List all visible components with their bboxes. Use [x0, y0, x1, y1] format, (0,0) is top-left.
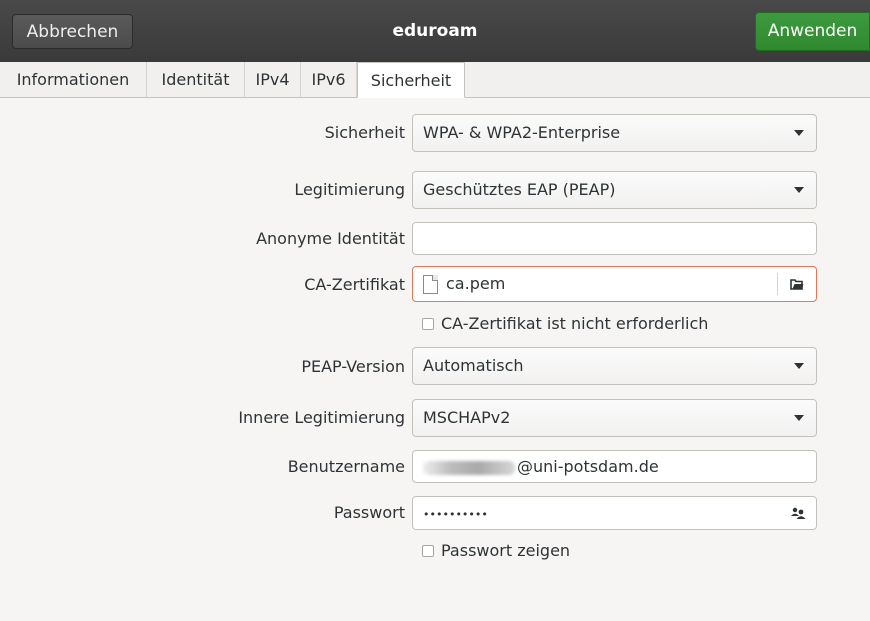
anon-identity-label: Anonyme Identität	[256, 229, 405, 248]
tab-ipv6[interactable]: IPv6	[301, 62, 357, 97]
tab-bar: Informationen Identität IPv4 IPv6 Sicher…	[0, 62, 870, 98]
separator	[777, 273, 778, 295]
apply-button[interactable]: Anwenden	[755, 12, 870, 51]
username-input[interactable]: @uni-potsdam.de	[412, 450, 817, 483]
security-label: Sicherheit	[324, 123, 405, 142]
ca-not-required-label: CA-Zertifikat ist nicht erforderlich	[441, 314, 709, 333]
ca-cert-file-chooser[interactable]: ca.pem	[412, 266, 817, 302]
peap-version-label: PEAP-Version	[301, 357, 405, 376]
tab-ipv4[interactable]: IPv4	[245, 62, 301, 97]
ca-cert-label: CA-Zertifikat	[304, 275, 405, 294]
file-icon	[423, 275, 438, 294]
password-value: ••••••••••	[423, 508, 488, 521]
password-input[interactable]: ••••••••••	[412, 496, 817, 530]
cancel-button[interactable]: Abbrechen	[12, 14, 133, 49]
username-domain: @uni-potsdam.de	[517, 457, 659, 476]
user-pair-icon[interactable]	[790, 506, 806, 520]
inner-auth-value: MSCHAPv2	[423, 408, 511, 427]
redacted-text	[423, 460, 515, 475]
chevron-down-icon	[794, 363, 804, 369]
ca-cert-filename: ca.pem	[446, 274, 506, 293]
chevron-down-icon	[794, 130, 804, 136]
header-bar: Abbrechen eduroam Anwenden	[0, 0, 870, 63]
tab-informationen[interactable]: Informationen	[0, 62, 147, 97]
peap-version-combo[interactable]: Automatisch	[412, 347, 817, 385]
folder-open-icon[interactable]	[790, 277, 804, 290]
ca-not-required-checkbox[interactable]	[422, 318, 434, 330]
tab-identitaet[interactable]: Identität	[147, 62, 245, 97]
inner-auth-label: Innere Legitimierung	[238, 408, 405, 427]
show-password-label: Passwort zeigen	[441, 541, 571, 560]
chevron-down-icon	[794, 415, 804, 421]
username-label: Benutzername	[287, 457, 405, 476]
security-combo[interactable]: WPA- & WPA2-Enterprise	[412, 114, 817, 152]
anon-identity-input[interactable]	[412, 222, 817, 255]
inner-auth-combo[interactable]: MSCHAPv2	[412, 399, 817, 437]
show-password-checkbox[interactable]	[422, 545, 434, 557]
auth-combo[interactable]: Geschütztes EAP (PEAP)	[412, 171, 817, 209]
peap-version-value: Automatisch	[423, 356, 524, 375]
security-value: WPA- & WPA2-Enterprise	[423, 123, 621, 142]
auth-value: Geschütztes EAP (PEAP)	[423, 180, 616, 199]
password-label: Passwort	[333, 503, 405, 522]
tab-sicherheit[interactable]: Sicherheit	[357, 62, 465, 98]
auth-label: Legitimierung	[294, 180, 405, 199]
chevron-down-icon	[794, 187, 804, 193]
